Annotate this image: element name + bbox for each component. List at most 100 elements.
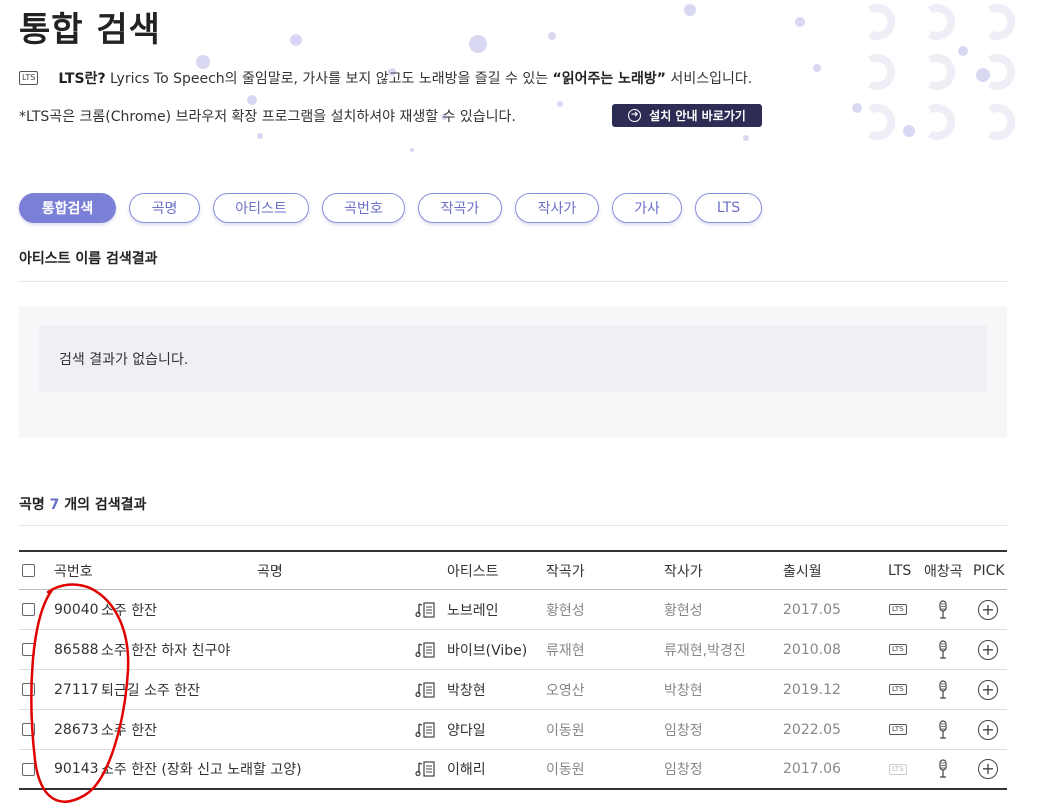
- song-lyricist: 임창정: [664, 762, 703, 778]
- install-guide-button[interactable]: ➜ 설치 안내 바로가기: [612, 104, 762, 127]
- song-title[interactable]: 소주 한잔: [101, 710, 157, 749]
- tab-number[interactable]: 곡번호: [322, 193, 405, 223]
- song-release: 2017.05: [783, 601, 841, 618]
- song-title[interactable]: 소주 한잔 (장화 신고 노래할 고양): [101, 750, 302, 788]
- row-checkbox[interactable]: [22, 762, 35, 776]
- lts-highlight: “읽어주는 노래방”: [552, 71, 666, 87]
- song-number: 27117: [54, 681, 99, 698]
- plus-circle-icon[interactable]: +: [978, 599, 998, 620]
- empty-message: 검색 결과가 없습니다.: [39, 326, 987, 392]
- artist-section-title: 아티스트 이름 검색결과: [19, 251, 158, 267]
- search-tabs: 통합검색 곡명 아티스트 곡번호 작곡가 작사가 가사 LTS: [19, 193, 762, 223]
- lyrics-icon[interactable]: [415, 641, 437, 659]
- microphone-icon[interactable]: [937, 599, 949, 620]
- song-artist[interactable]: 양다일: [447, 710, 486, 749]
- row-checkbox[interactable]: [22, 723, 35, 736]
- plus-circle-icon[interactable]: +: [978, 759, 998, 779]
- song-section-title: 곡명 7 개의 검색결과: [19, 494, 146, 514]
- divider: [19, 281, 1007, 282]
- lyrics-icon[interactable]: [415, 601, 437, 619]
- lts-text-1: Lyrics To Speech의 줄임말로, 가사를 보지 않고도 노래방을 …: [105, 71, 553, 87]
- song-composer: 황현성: [546, 602, 585, 619]
- lyrics-icon[interactable]: [415, 760, 437, 778]
- microphone-icon[interactable]: [937, 639, 949, 660]
- song-artist[interactable]: 박창현: [447, 670, 486, 709]
- table-header: 곡번호 곡명 아티스트 작곡가 작사가 출시월 LTS 애창곡 PICK: [19, 550, 1007, 590]
- song-composer: 오영산: [546, 682, 585, 699]
- song-release: 2022.05: [783, 721, 841, 738]
- microphone-icon[interactable]: [937, 679, 949, 700]
- page-title: 통합 검색: [19, 10, 161, 50]
- header-composer: 작곡가: [546, 563, 585, 580]
- table-row: 90040 소주 한잔 노브레인 황현성 황현성 2017.05 LTS +: [19, 590, 1007, 630]
- song-title[interactable]: 소주 한잔: [101, 590, 157, 629]
- lts-icon[interactable]: LTS: [889, 763, 907, 775]
- row-checkbox[interactable]: [22, 643, 35, 656]
- header-release: 출시월: [783, 563, 822, 580]
- tab-title[interactable]: 곡명: [129, 193, 200, 223]
- table-row: 86588 소주 한잔 하자 친구야 바이브(Vibe) 류재현 류재현,박경진…: [19, 630, 1007, 670]
- song-title[interactable]: 퇴근길 소주 한잔: [101, 670, 200, 709]
- tab-lts[interactable]: LTS: [695, 193, 762, 223]
- microphone-icon[interactable]: [937, 719, 949, 740]
- result-count: 7: [49, 497, 60, 513]
- lts-icon[interactable]: LTS: [889, 644, 907, 655]
- header-number: 곡번호: [54, 563, 93, 580]
- lyrics-icon[interactable]: [415, 681, 437, 699]
- header-pick: PICK: [973, 562, 1005, 579]
- tab-lyricist[interactable]: 작사가: [515, 193, 599, 223]
- song-composer: 이동원: [546, 762, 585, 778]
- song-lyricist: 류재현,박경진: [664, 642, 746, 659]
- song-composer: 류재현: [546, 642, 585, 659]
- header-favorite: 애창곡: [924, 563, 963, 580]
- row-checkbox[interactable]: [22, 603, 35, 616]
- lts-text-2: 서비스입니다.: [665, 71, 753, 87]
- song-artist[interactable]: 이해리: [447, 750, 486, 788]
- microphone-icon[interactable]: [937, 759, 949, 779]
- table-row: 27117 퇴근길 소주 한잔 박창현 오영산 박창현 2019.12 LTS …: [19, 670, 1007, 710]
- divider: [19, 525, 1007, 526]
- row-checkbox[interactable]: [22, 683, 35, 696]
- song-title-suffix: 개의 검색결과: [64, 497, 147, 513]
- lts-badge-icon: LTS: [19, 71, 39, 85]
- artist-results-box: 검색 결과가 없습니다.: [19, 306, 1007, 438]
- song-title-prefix: 곡명: [19, 497, 45, 513]
- lts-icon[interactable]: LTS: [889, 724, 907, 735]
- lyrics-icon[interactable]: [415, 721, 437, 739]
- tab-lyrics[interactable]: 가사: [612, 193, 682, 223]
- song-results-table: 곡번호 곡명 아티스트 작곡가 작사가 출시월 LTS 애창곡 PICK 900…: [19, 550, 1007, 790]
- tab-composer[interactable]: 작곡가: [418, 193, 502, 223]
- song-lyricist: 임창정: [664, 722, 703, 739]
- plus-circle-icon[interactable]: +: [978, 679, 998, 700]
- arrow-right-icon: ➜: [628, 109, 642, 122]
- plus-circle-icon[interactable]: +: [978, 719, 998, 740]
- song-release: 2019.12: [783, 681, 841, 698]
- song-release: 2017.06: [783, 761, 841, 777]
- lts-description: LTS LTS란? Lyrics To Speech의 줄임말로, 가사를 보지…: [19, 68, 752, 88]
- tab-integrated[interactable]: 통합검색: [19, 193, 116, 223]
- song-release: 2010.08: [783, 641, 841, 658]
- song-artist[interactable]: 바이브(Vibe): [447, 630, 527, 669]
- song-artist[interactable]: 노브레인: [447, 590, 499, 629]
- song-number: 90040: [54, 601, 99, 618]
- table-row: 90143 소주 한잔 (장화 신고 노래할 고양) 이해리 이동원 임창정 2…: [19, 750, 1007, 790]
- header-lyricist: 작사가: [664, 563, 703, 580]
- song-number: 90143: [54, 761, 99, 777]
- header-artist: 아티스트: [447, 563, 499, 580]
- table-row: 28673 소주 한잔 양다일 이동원 임창정 2022.05 LTS +: [19, 710, 1007, 750]
- select-all-checkbox[interactable]: [22, 564, 35, 577]
- song-composer: 이동원: [546, 722, 585, 739]
- lts-question: LTS란?: [58, 71, 106, 87]
- lts-icon[interactable]: LTS: [889, 604, 907, 615]
- tab-artist[interactable]: 아티스트: [213, 193, 309, 223]
- song-title[interactable]: 소주 한잔 하자 친구야: [101, 630, 230, 669]
- install-guide-label: 설치 안내 바로가기: [649, 109, 746, 123]
- plus-circle-icon[interactable]: +: [978, 639, 998, 660]
- song-lyricist: 황현성: [664, 602, 703, 619]
- lts-icon[interactable]: LTS: [889, 684, 907, 695]
- header-lts: LTS: [888, 562, 912, 579]
- song-number: 28673: [54, 721, 99, 738]
- song-lyricist: 박창현: [664, 682, 703, 699]
- chrome-note: *LTS곡은 크롬(Chrome) 브라우저 확장 프로그램을 설치하셔야 재생…: [19, 109, 516, 125]
- song-number: 86588: [54, 641, 99, 658]
